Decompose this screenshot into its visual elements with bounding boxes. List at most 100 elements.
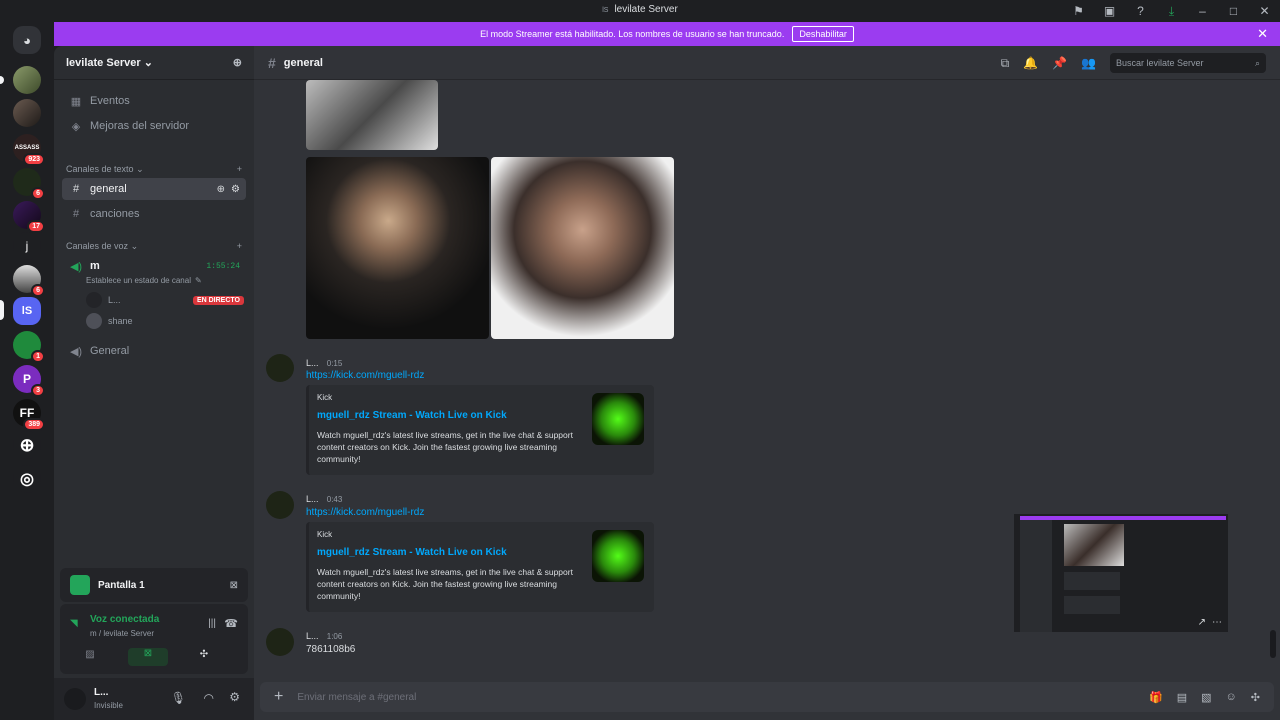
sidebar-item-label: Eventos: [90, 95, 130, 107]
invite-icon[interactable]: ⊕: [233, 56, 242, 69]
voice-channel-m[interactable]: ◀) m 1:55:24: [62, 255, 246, 277]
guild-icon[interactable]: [13, 99, 41, 127]
server-header[interactable]: levilate Server ⌄ ⊕: [54, 46, 254, 80]
avatar[interactable]: [266, 628, 294, 656]
guild-icon[interactable]: 6: [13, 168, 45, 200]
help-icon[interactable]: ?: [1125, 4, 1156, 18]
sidebar-item-mejoras[interactable]: ◈ Mejoras del servidor: [62, 115, 246, 137]
image-attachment[interactable]: [491, 157, 674, 339]
user-settings-icon[interactable]: ⚙: [229, 690, 240, 704]
noise-suppression-icon[interactable]: |||: [208, 618, 216, 629]
guild-icon[interactable]: ASSASS 923: [13, 134, 45, 166]
gif-icon[interactable]: ▤: [1177, 691, 1187, 704]
channel-general[interactable]: # general ⊕ ⚙: [62, 178, 246, 200]
channel-label: canciones: [90, 208, 140, 220]
text-category[interactable]: Canales de texto ⌄ +: [66, 164, 242, 175]
disable-button[interactable]: Deshabilitar: [792, 26, 854, 42]
guild-icon[interactable]: [13, 66, 41, 94]
scrollbar[interactable]: [1270, 630, 1276, 658]
sticker-icon[interactable]: ▧: [1201, 691, 1211, 704]
message-meta: L... 0:43: [306, 494, 342, 504]
close-icon[interactable]: ✕: [1257, 26, 1268, 42]
message-time: 1:06: [326, 632, 343, 641]
embed-title[interactable]: mguell_rdz Stream - Watch Live on Kick: [317, 410, 507, 421]
flag-icon[interactable]: ⚑: [1063, 4, 1094, 18]
voice-user[interactable]: shane: [86, 313, 244, 329]
emoji-icon[interactable]: ☺: [1226, 691, 1237, 704]
gear-icon[interactable]: ⚙: [231, 184, 240, 195]
speaker-icon: ◀): [69, 260, 83, 273]
add-attachment-icon[interactable]: +: [274, 688, 283, 706]
search-input[interactable]: Buscar levilate Server ⌕: [1110, 53, 1266, 73]
microphone-icon[interactable]: 🎙: [171, 691, 186, 705]
search-placeholder: Buscar levilate Server: [1116, 58, 1204, 68]
add-member-icon[interactable]: ⊕: [217, 184, 225, 195]
pin-icon[interactable]: 📌: [1052, 56, 1067, 70]
stop-stream-icon[interactable]: ⊠: [230, 580, 238, 591]
voice-user[interactable]: L... EN DIRECTO: [86, 292, 244, 308]
avatar[interactable]: [64, 688, 86, 710]
gift-icon[interactable]: 🎁: [1149, 691, 1163, 704]
channel-canciones[interactable]: # canciones: [62, 203, 246, 225]
download-icon[interactable]: ⤓: [1156, 4, 1187, 19]
guild-badge: 389: [23, 418, 45, 431]
message-link[interactable]: https://kick.com/mguell-rdz: [306, 370, 424, 381]
guild-icon-ls[interactable]: lS: [13, 297, 41, 325]
voice-category[interactable]: Canales de voz ⌄ +: [66, 241, 242, 252]
message-composer[interactable]: + Enviar mensaje a #general 🎁 ▤ ▧ ☺ ✣: [260, 682, 1274, 712]
embed-thumbnail[interactable]: [592, 530, 644, 582]
guild-icon[interactable]: 17: [13, 201, 45, 233]
channel-status-line[interactable]: Establece un estado de canal ✎: [86, 276, 244, 285]
speaker-icon: ◀): [69, 345, 83, 358]
guild-icon[interactable]: FF 389: [13, 399, 45, 431]
message-meta: L... 1:06: [306, 631, 342, 641]
avatar[interactable]: [266, 354, 294, 382]
image-attachment[interactable]: [306, 157, 489, 339]
guild-icon[interactable]: 6: [13, 265, 45, 297]
channel-title: general: [283, 56, 323, 69]
screen-share-active-icon[interactable]: ⊠: [128, 648, 168, 666]
chevron-down-icon: ⌄: [143, 57, 153, 69]
embed-title[interactable]: mguell_rdz Stream - Watch Live on Kick: [317, 547, 507, 558]
avatar[interactable]: [266, 491, 294, 519]
maximize-button[interactable]: □: [1218, 4, 1249, 18]
guild-icon[interactable]: P3: [13, 365, 45, 397]
message-author[interactable]: L...: [306, 494, 319, 504]
activities-icon[interactable]: ✣: [184, 649, 224, 665]
hashtag-icon: #: [268, 54, 276, 71]
stream-preview[interactable]: ↗ ⋯: [1014, 514, 1228, 632]
members-icon[interactable]: 👥: [1081, 56, 1096, 70]
message-input[interactable]: Enviar mensaje a #general: [297, 692, 416, 703]
bell-icon[interactable]: 🔔: [1023, 56, 1038, 70]
discord-home-icon[interactable]: ◕: [13, 26, 41, 54]
apps-icon[interactable]: ✣: [1251, 691, 1260, 704]
guild-badge: 923: [23, 153, 45, 166]
message-link[interactable]: https://kick.com/mguell-rdz: [306, 507, 424, 518]
embed-thumbnail[interactable]: [592, 393, 644, 445]
server-name: levilate Server: [66, 57, 141, 69]
add-server-icon[interactable]: ⊕: [13, 431, 41, 459]
guild-icon-j[interactable]: j: [13, 232, 41, 260]
add-channel-icon[interactable]: +: [237, 164, 242, 175]
image-attachment[interactable]: [306, 80, 438, 150]
threads-icon[interactable]: ⧉: [1001, 56, 1010, 71]
minimize-button[interactable]: –: [1187, 4, 1218, 18]
disconnect-icon[interactable]: ☎: [224, 617, 238, 630]
screen-icon: [70, 575, 90, 595]
camera-off-icon[interactable]: ▨: [70, 649, 110, 665]
sidebar-item-eventos[interactable]: ▦ Eventos: [62, 90, 246, 112]
share-icon[interactable]: ↗: [1198, 617, 1206, 628]
message-author[interactable]: L...: [306, 631, 319, 641]
voice-channel-general[interactable]: ◀) General: [62, 340, 246, 362]
voice-user-name: shane: [108, 316, 133, 326]
discover-icon[interactable]: ◎: [13, 465, 41, 493]
message-author[interactable]: L...: [306, 358, 319, 368]
add-channel-icon[interactable]: +: [237, 241, 242, 252]
pencil-icon: ✎: [194, 276, 202, 285]
channel-label: general: [90, 183, 127, 195]
headphones-icon[interactable]: ◠: [204, 691, 214, 705]
guild-icon[interactable]: 1: [13, 331, 45, 363]
close-button[interactable]: ✕: [1249, 4, 1280, 18]
screen-share-icon[interactable]: ▣: [1094, 4, 1125, 18]
more-icon[interactable]: ⋯: [1212, 617, 1222, 628]
